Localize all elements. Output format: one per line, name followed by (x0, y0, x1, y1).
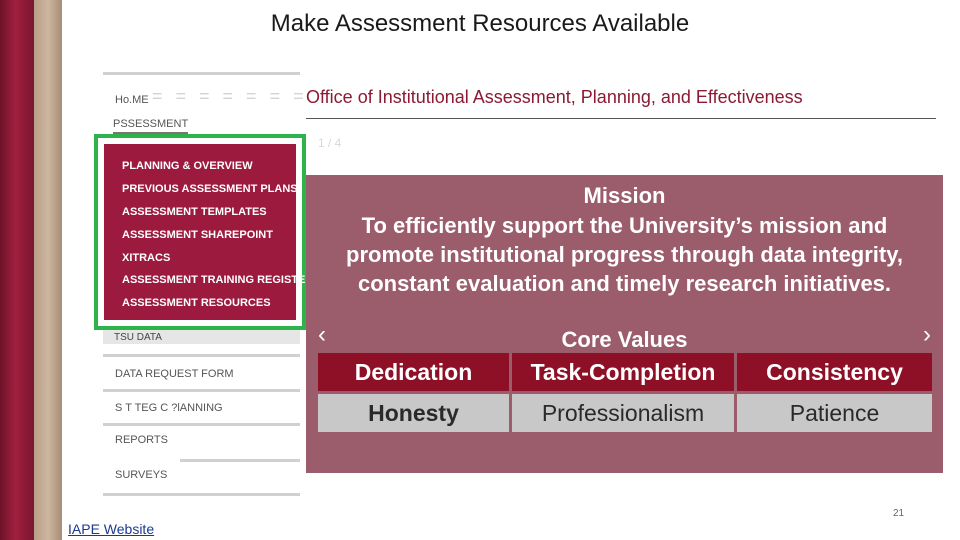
office-title-rule (306, 118, 936, 119)
nav-tsu-data[interactable]: TSU DATA (103, 330, 300, 344)
menu-item-resources[interactable]: ASSESSMENT RESOURCES (122, 297, 271, 309)
nav-strategic-planning[interactable]: S T TEG C ?lANNING (115, 402, 223, 414)
nav-tsu-data-label: TSU DATA (114, 332, 162, 343)
menu-item-previous-plans[interactable]: PREVIOUS ASSESSMENT PLANS (122, 183, 298, 195)
decorative-stripe-maroon (0, 0, 34, 540)
mission-text: To efficiently support the University’s … (346, 213, 903, 296)
assessment-menu-highlight: PLANNING & OVERVIEW PREVIOUS ASSESSMENT … (94, 134, 313, 330)
value-professionalism: Professionalism (512, 394, 734, 432)
prev-slide-arrow-icon[interactable]: ‹ (318, 321, 326, 349)
value-dedication: Dedication (318, 353, 509, 391)
nav-divider (103, 354, 300, 357)
iape-website-link[interactable]: IAPE Website (68, 521, 154, 537)
decorative-stripe-tan (34, 0, 62, 540)
menu-item-training-register[interactable]: ASSESSMENT TRAINING REGISTER (122, 274, 313, 286)
nav-divider (103, 389, 300, 392)
value-honesty: Honesty (318, 394, 509, 432)
nav-reports[interactable]: REPORTS (115, 434, 168, 446)
nav-dashes: = = = = = = = (152, 86, 308, 106)
slide-title: Make Assessment Resources Available (270, 10, 690, 37)
slide-counter: 1 / 4 (318, 136, 342, 150)
office-title: Office of Institutional Assessment, Plan… (306, 87, 803, 107)
next-slide-arrow-icon[interactable]: › (923, 321, 931, 349)
menu-item-xitracs[interactable]: XITRACS (122, 252, 170, 264)
menu-item-sharepoint[interactable]: ASSESSMENT SHAREPOINT (122, 229, 273, 241)
nav-divider (180, 459, 300, 462)
nav-surveys[interactable]: SURVEYS (115, 469, 167, 481)
nav-assessment-link[interactable]: PSSESSMENT (113, 118, 189, 134)
assessment-submenu: PLANNING & OVERVIEW PREVIOUS ASSESSMENT … (104, 144, 313, 320)
nav-top-divider (103, 72, 300, 75)
mission-heading: Mission (583, 183, 666, 208)
menu-item-templates[interactable]: ASSESSMENT TEMPLATES (122, 206, 267, 218)
value-patience: Patience (737, 394, 932, 432)
nav-divider (103, 423, 300, 426)
mission-slideshow: Mission To efficiently support the Unive… (306, 175, 943, 473)
nav-data-request-form[interactable]: DATA REQUEST FORM (115, 368, 234, 380)
nav-divider (103, 493, 300, 496)
nav-home-link[interactable]: Ho.ME (115, 94, 149, 106)
value-consistency: Consistency (737, 353, 932, 391)
core-values-heading: Core Values (561, 327, 688, 352)
value-task-completion: Task-Completion (512, 353, 734, 391)
page-number: 21 (893, 508, 905, 519)
menu-item-planning-overview[interactable]: PLANNING & OVERVIEW (122, 160, 253, 172)
